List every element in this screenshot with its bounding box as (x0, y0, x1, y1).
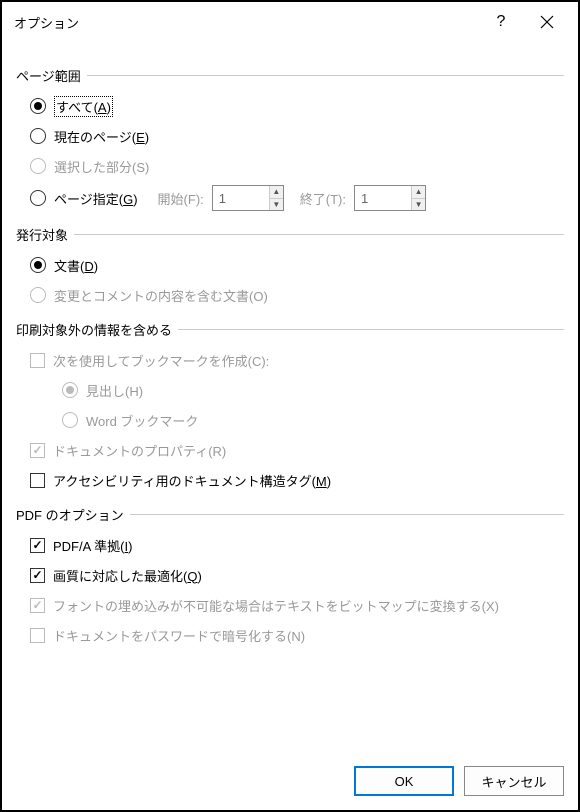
radio-current-label: 現在のページ(E) (54, 127, 149, 146)
window-title: オプション (14, 13, 478, 32)
radio-pages[interactable] (30, 190, 46, 206)
radio-wordbm-label: Word ブックマーク (86, 411, 198, 430)
check-properties: ドキュメントのプロパティ(R) (30, 439, 564, 461)
close-icon (540, 15, 554, 29)
title-bar: オプション ? (2, 2, 578, 42)
radio-icon (62, 382, 78, 398)
checkbox-icon (30, 628, 45, 643)
from-label: 開始(F): (158, 189, 204, 208)
radio-icon (30, 128, 46, 144)
checkbox-icon (30, 598, 45, 613)
radio-icon (30, 158, 46, 174)
radio-document[interactable]: 文書(D) (30, 254, 564, 276)
close-button[interactable] (524, 7, 570, 37)
to-spinner[interactable]: ▲ ▼ (354, 185, 426, 211)
radio-headings: 見出し(H) (62, 379, 564, 401)
dialog-content: ページ範囲 すべて(A) 現在のページ(E) 選択した部分(S) ページ指定(G… (2, 42, 578, 754)
radio-all[interactable]: すべて(A) (30, 95, 564, 117)
check-encrypt-label: ドキュメントをパスワードで暗号化する(N) (53, 626, 305, 645)
radio-pages-row: ページ指定(G) 開始(F): ▲ ▼ 終了(T): ▲ ▼ (30, 185, 564, 211)
group-page-range-label: ページ範囲 (16, 66, 564, 85)
dialog-footer: OK キャンセル (2, 754, 578, 810)
radio-selection: 選択した部分(S) (30, 155, 564, 177)
radio-headings-label: 見出し(H) (86, 381, 143, 400)
radio-icon (30, 98, 46, 114)
check-bitmap-label: フォントの埋め込みが不可能な場合はテキストをビットマップに変換する(X) (53, 596, 499, 615)
radio-markup-label: 変更とコメントの内容を含む文書(O) (54, 286, 268, 305)
from-spinner[interactable]: ▲ ▼ (212, 185, 284, 211)
check-optimize[interactable]: 画質に対応した最適化(Q) (30, 564, 564, 586)
ok-button[interactable]: OK (354, 766, 454, 796)
radio-all-label: すべて(A) (54, 96, 113, 117)
radio-pages-label: ページ指定(G) (54, 189, 138, 208)
check-tags-label: アクセシビリティ用のドキュメント構造タグ(M) (53, 471, 331, 490)
radio-icon (62, 412, 78, 428)
check-pdfa[interactable]: PDF/A 準拠(I) (30, 534, 564, 556)
group-nonprint-label: 印刷対象外の情報を含める (16, 320, 564, 339)
spinner-down-icon[interactable]: ▼ (412, 199, 425, 211)
radio-icon (30, 287, 46, 303)
check-properties-label: ドキュメントのプロパティ(R) (53, 441, 226, 460)
radio-selection-label: 選択した部分(S) (54, 157, 149, 176)
check-bookmarks: 次を使用してブックマークを作成(C): (30, 349, 564, 371)
help-button[interactable]: ? (478, 7, 524, 37)
checkbox-icon (30, 443, 45, 458)
check-encrypt: ドキュメントをパスワードで暗号化する(N) (30, 624, 564, 646)
to-input[interactable] (355, 186, 411, 210)
checkbox-icon (30, 568, 45, 583)
from-input[interactable] (213, 186, 269, 210)
group-publish-label: 発行対象 (16, 225, 564, 244)
check-optimize-label: 画質に対応した最適化(Q) (53, 566, 202, 585)
checkbox-icon (30, 353, 45, 368)
check-bookmarks-label: 次を使用してブックマークを作成(C): (53, 351, 269, 370)
radio-markup: 変更とコメントの内容を含む文書(O) (30, 284, 564, 306)
checkbox-icon (30, 538, 45, 553)
cancel-button[interactable]: キャンセル (464, 766, 564, 796)
check-tags[interactable]: アクセシビリティ用のドキュメント構造タグ(M) (30, 469, 564, 491)
radio-document-label: 文書(D) (54, 256, 98, 275)
check-pdfa-label: PDF/A 準拠(I) (53, 536, 132, 555)
group-pdf-label: PDF のオプション (16, 505, 564, 524)
check-bitmap: フォントの埋め込みが不可能な場合はテキストをビットマップに変換する(X) (30, 594, 564, 616)
spinner-down-icon[interactable]: ▼ (270, 199, 283, 211)
radio-word-bookmarks: Word ブックマーク (62, 409, 564, 431)
spinner-up-icon[interactable]: ▲ (270, 186, 283, 199)
radio-icon (30, 257, 46, 273)
spinner-up-icon[interactable]: ▲ (412, 186, 425, 199)
checkbox-icon (30, 473, 45, 488)
to-label: 終了(T): (300, 189, 346, 208)
radio-current-page[interactable]: 現在のページ(E) (30, 125, 564, 147)
